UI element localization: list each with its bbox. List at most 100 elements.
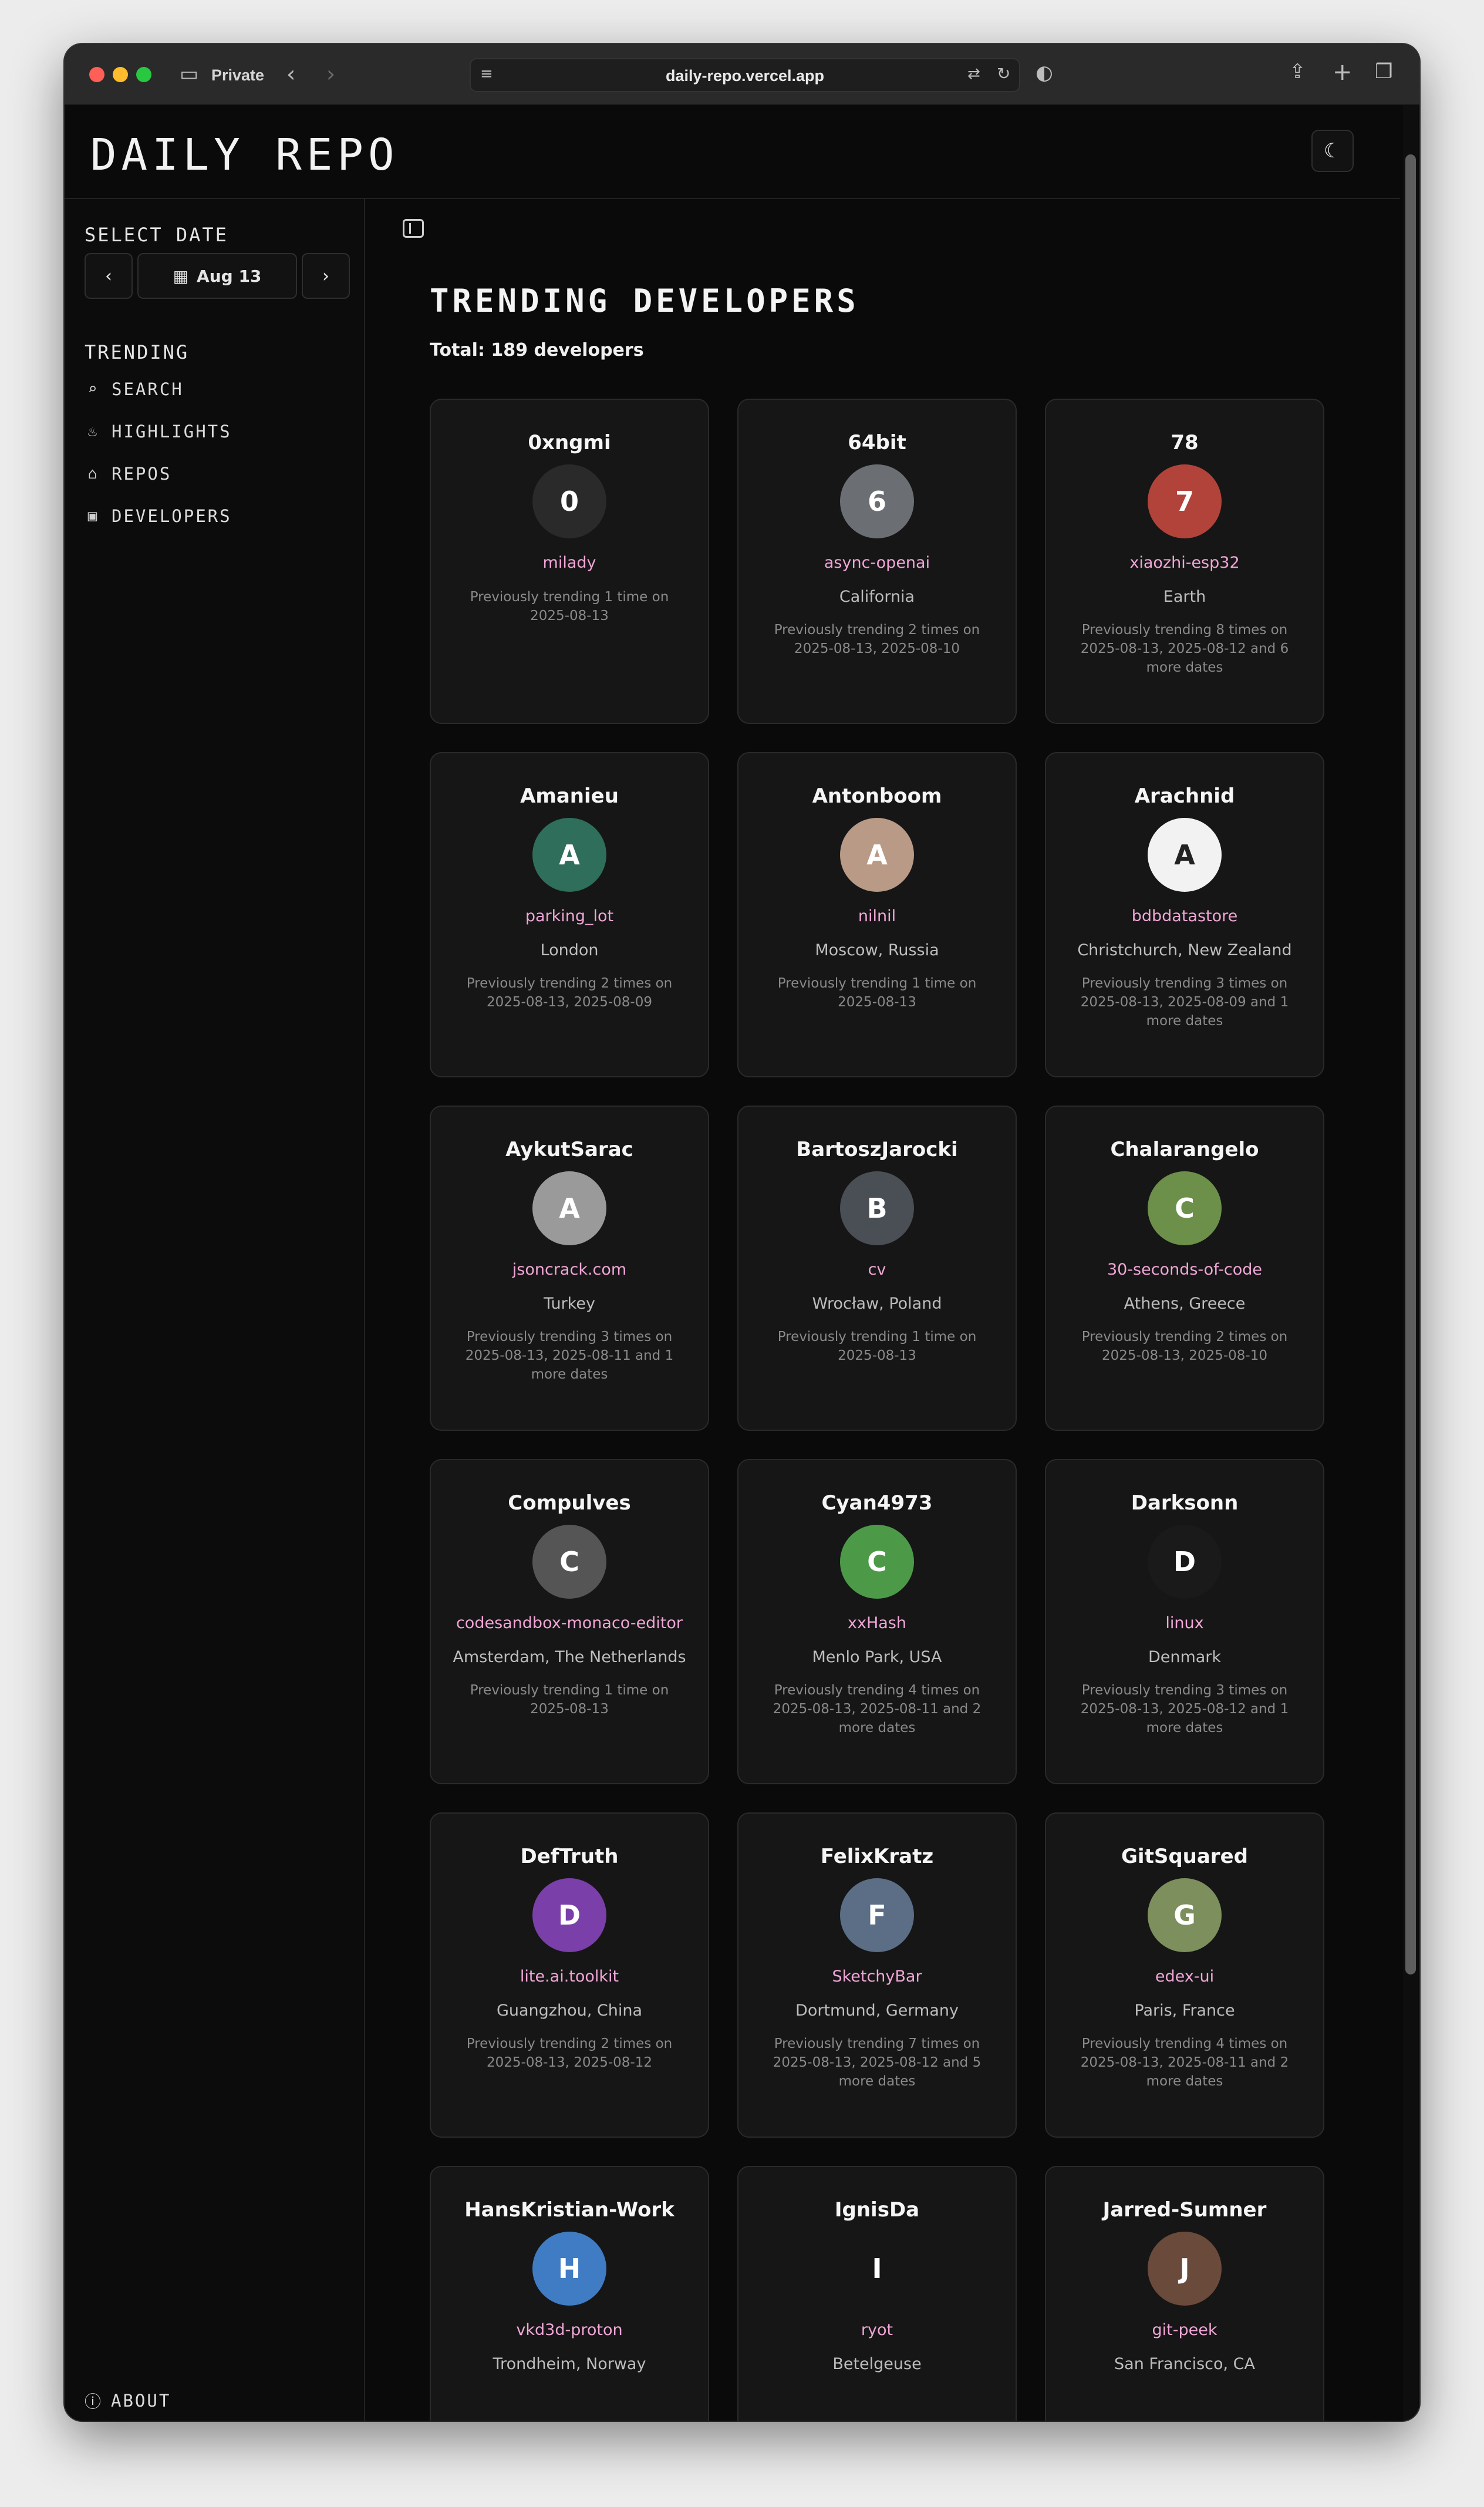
- developer-avatar[interactable]: A: [532, 1171, 606, 1245]
- nav-item-developers[interactable]: ▣ DEVELOPERS: [85, 503, 232, 529]
- nav-item-search[interactable]: ⌕ SEARCH: [85, 376, 184, 402]
- repo-link[interactable]: ryot: [760, 2319, 994, 2342]
- repo-link[interactable]: milady: [452, 551, 687, 575]
- tab-overview-icon[interactable]: ❐: [1375, 62, 1392, 82]
- scrollbar-thumb[interactable]: [1405, 154, 1416, 1974]
- developer-card[interactable]: Chalarangelo C 30-seconds-of-code Athens, G…: [1045, 1106, 1324, 1431]
- repo-link[interactable]: git-peek: [1067, 2319, 1302, 2342]
- reload-icon[interactable]: ↻: [997, 66, 1010, 82]
- developer-name[interactable]: Compulves: [508, 1491, 630, 1515]
- developer-avatar[interactable]: I: [840, 2232, 914, 2306]
- repo-link[interactable]: nilnil: [760, 905, 994, 928]
- developer-card[interactable]: 0xngmi 0 milady Previously trending 1 time …: [430, 399, 709, 724]
- scrollbar[interactable]: [1403, 105, 1418, 2421]
- developer-avatar[interactable]: J: [1148, 2232, 1222, 2306]
- developer-card[interactable]: IgnisDa Iryot Betelgeuse: [737, 2166, 1017, 2421]
- developer-avatar[interactable]: F: [840, 1878, 914, 1952]
- repo-link[interactable]: lite.ai.toolkit: [452, 1965, 687, 1989]
- developer-name[interactable]: HansKristian-Work: [464, 2198, 674, 2222]
- developer-name[interactable]: Antonboom: [812, 784, 942, 808]
- next-date-button[interactable]: ›: [302, 253, 350, 299]
- translate-icon[interactable]: ⇄: [967, 66, 980, 82]
- developer-name[interactable]: Arachnid: [1135, 784, 1235, 808]
- repo-link[interactable]: async-openai: [760, 551, 994, 575]
- developer-name[interactable]: Darksonn: [1131, 1491, 1239, 1515]
- developer-avatar[interactable]: G: [1148, 1878, 1222, 1952]
- date-picker-button[interactable]: ▦ Aug 13: [137, 253, 297, 299]
- close-window-button[interactable]: [89, 67, 104, 82]
- developer-avatar[interactable]: A: [532, 818, 606, 892]
- developer-avatar[interactable]: D: [532, 1878, 606, 1952]
- repo-link[interactable]: linux: [1067, 1612, 1302, 1635]
- developer-card[interactable]: BartoszJarocki Bcv Wrocław, Poland Previous…: [737, 1106, 1017, 1431]
- developer-avatar[interactable]: 6: [840, 464, 914, 538]
- developer-name[interactable]: GitSquared: [1121, 1844, 1248, 1869]
- minimize-window-button[interactable]: [113, 67, 128, 82]
- back-icon[interactable]: ‹: [286, 63, 295, 85]
- site-logo[interactable]: DAILY REPO: [90, 130, 399, 180]
- developer-name[interactable]: 64bit: [848, 430, 906, 455]
- developer-avatar[interactable]: 7: [1148, 464, 1222, 538]
- developer-name[interactable]: FelixKratz: [821, 1844, 933, 1869]
- developer-name[interactable]: AykutSarac: [505, 1137, 633, 1162]
- nav-item-repos[interactable]: ⌂ REPOS: [85, 461, 171, 487]
- repo-link[interactable]: jsoncrack.com: [452, 1258, 687, 1282]
- repo-link[interactable]: SketchyBar: [760, 1965, 994, 1989]
- repo-link[interactable]: edex-ui: [1067, 1965, 1302, 1989]
- select-date-label: SELECT DATE: [85, 224, 228, 246]
- developer-card[interactable]: Arachnid Abdbdatastore Christchurch, New Z…: [1045, 752, 1324, 1077]
- developer-card[interactable]: Darksonn Dlinux Denmark Previously trending…: [1045, 1459, 1324, 1784]
- developer-name[interactable]: Cyan4973: [822, 1491, 933, 1515]
- developer-card[interactable]: Antonboom Anilnil Moscow, Russia Previously…: [737, 752, 1017, 1077]
- developer-card[interactable]: GitSquared Gedex-ui Paris, France Previousl…: [1045, 1812, 1324, 2138]
- developer-card[interactable]: 78 7 xiaozhi-esp32 Earth Previously trending…: [1045, 399, 1324, 724]
- repo-link[interactable]: codesandbox-monaco-editor: [452, 1612, 687, 1635]
- developer-name[interactable]: Jarred-Sumner: [1103, 2198, 1267, 2222]
- about-link[interactable]: ⓘ ABOUT: [85, 2389, 171, 2412]
- repo-link[interactable]: vkd3d-proton: [452, 2319, 687, 2342]
- repo-link[interactable]: xxHash: [760, 1612, 994, 1635]
- developer-card[interactable]: Amanieu Aparking_lot London Previously tren…: [430, 752, 709, 1077]
- repo-link[interactable]: 30-seconds-of-code: [1067, 1258, 1302, 1282]
- repo-link[interactable]: parking_lot: [452, 905, 687, 928]
- developer-name[interactable]: Chalarangelo: [1110, 1137, 1259, 1162]
- developer-name[interactable]: 0xngmi: [528, 430, 611, 455]
- developer-avatar[interactable]: 0: [532, 464, 606, 538]
- developer-name[interactable]: Amanieu: [520, 784, 619, 808]
- developer-avatar[interactable]: A: [1148, 818, 1222, 892]
- share-icon[interactable]: ⇪: [1289, 62, 1306, 82]
- repo-link[interactable]: cv: [760, 1258, 994, 1282]
- developer-avatar[interactable]: D: [1148, 1525, 1222, 1599]
- developer-avatar[interactable]: H: [532, 2232, 606, 2306]
- developer-card[interactable]: DefTruth Dlite.ai.toolkit Guangzhou, China…: [430, 1812, 709, 2138]
- shield-icon[interactable]: ◐: [1036, 63, 1053, 83]
- trending-history: Previously trending 2 times on 2025-08-1…: [466, 976, 673, 1010]
- developer-name[interactable]: BartoszJarocki: [796, 1137, 957, 1162]
- developer-card[interactable]: Jarred-Sumner Jgit-peek San Francisco, CA: [1045, 2166, 1324, 2421]
- developer-name[interactable]: DefTruth: [521, 1844, 619, 1869]
- nav-item-highlights[interactable]: ♨ HIGHLIGHTS: [85, 419, 232, 444]
- new-tab-icon[interactable]: +: [1333, 60, 1353, 84]
- repo-link[interactable]: xiaozhi-esp32: [1067, 551, 1302, 575]
- developer-avatar[interactable]: C: [532, 1525, 606, 1599]
- developer-avatar[interactable]: B: [840, 1171, 914, 1245]
- developer-avatar[interactable]: C: [1148, 1171, 1222, 1245]
- developer-card[interactable]: AykutSarac Ajsoncrack.com Turkey Previously…: [430, 1106, 709, 1431]
- developer-avatar[interactable]: C: [840, 1525, 914, 1599]
- developer-name[interactable]: 78: [1171, 430, 1198, 455]
- sidebar-toggle-icon[interactable]: ▭: [180, 64, 198, 84]
- developer-card[interactable]: HansKristian-Work Hvkd3d-proton Trondheim,…: [430, 2166, 709, 2421]
- repo-link[interactable]: bdbdatastore: [1067, 905, 1302, 928]
- previous-date-button[interactable]: ‹: [85, 253, 133, 299]
- developer-card[interactable]: FelixKratz F SketchyBar Dortmund, Germany Pr…: [737, 1812, 1017, 2138]
- developer-card[interactable]: Compulves Ccodesandbox-monaco-editor Amste…: [430, 1459, 709, 1784]
- zoom-window-button[interactable]: [136, 67, 151, 82]
- theme-toggle-button[interactable]: ☾: [1311, 130, 1354, 172]
- developer-card[interactable]: 64bit 6 async-openai California Previously t…: [737, 399, 1017, 724]
- forward-icon[interactable]: ›: [326, 63, 335, 85]
- developer-card[interactable]: Cyan4973 CxxHash Menlo Park, USA Previously…: [737, 1459, 1017, 1784]
- address-bar[interactable]: ≡ daily-repo.vercel.app ⇄ ↻: [470, 58, 1020, 92]
- developer-name[interactable]: IgnisDa: [835, 2198, 919, 2222]
- developer-avatar[interactable]: A: [840, 818, 914, 892]
- panel-toggle-icon[interactable]: [403, 219, 424, 238]
